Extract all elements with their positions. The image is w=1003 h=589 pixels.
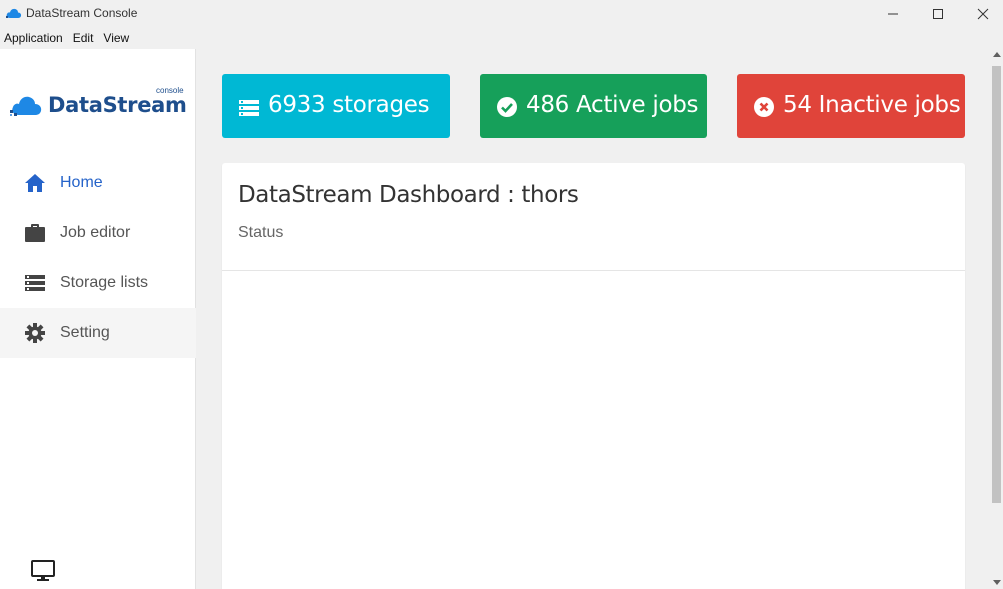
logo-cloud-icon [10,96,42,116]
monitor-icon[interactable] [30,559,56,583]
sidebar-item-setting[interactable]: Setting [0,308,196,358]
maximize-icon [933,9,943,19]
sidebar-item-home[interactable]: Home [0,158,196,208]
menu-application[interactable]: Application [0,28,69,49]
sidebar-item-label: Home [60,174,103,191]
active-jobs-count: 486 Active jobs [526,92,699,118]
menu-edit[interactable]: Edit [69,28,100,49]
logo-subtext: console [156,86,184,95]
dashboard-panel: DataStream Dashboard : thors Status [222,163,965,589]
gear-icon [25,323,45,343]
storages-count: 6933 storages [268,92,430,118]
menu-view[interactable]: View [99,28,135,49]
page-title: DataStream Dashboard : thors [238,182,579,208]
close-icon [977,8,989,20]
sidebar-item-label: Storage lists [60,274,149,291]
storages-card[interactable]: 6933 storages [222,74,450,138]
briefcase-icon [25,224,45,242]
inactive-jobs-count: 54 Inactive jobs [783,92,961,118]
divider [222,270,965,271]
minimize-icon [888,13,898,15]
sidebar-item-label: Job editor [60,224,131,241]
sidebar-item-label: Setting [60,324,110,341]
x-circle-icon [754,97,774,117]
check-circle-icon [497,97,517,117]
window-title: DataStream Console [26,6,138,20]
list-icon [239,100,259,116]
logo-text: DataStream [48,93,187,117]
maximize-button[interactable] [915,0,961,28]
status-label: Status [238,224,284,241]
scrollbar-thumb[interactable] [992,66,1001,503]
title-bar: DataStream Console [0,0,1003,28]
sidebar: DataStream console Home Job editor Stora… [0,49,196,589]
close-button[interactable] [960,0,1003,28]
scroll-down-arrow-icon[interactable] [993,580,1001,585]
vertical-scrollbar[interactable] [990,49,1003,589]
menu-bar: Application Edit View [0,28,1003,49]
inactive-jobs-card[interactable]: 54 Inactive jobs [737,74,965,138]
home-icon [25,174,45,192]
list-icon [25,275,45,291]
cloud-icon [6,8,22,18]
logo: DataStream console [10,86,188,121]
main-content: 6933 storages 486 Active jobs 54 Inactiv… [197,49,990,589]
sidebar-item-storage-lists[interactable]: Storage lists [0,258,196,308]
scroll-up-arrow-icon[interactable] [993,52,1001,57]
active-jobs-card[interactable]: 486 Active jobs [480,74,707,138]
sidebar-item-job-editor[interactable]: Job editor [0,208,196,258]
minimize-button[interactable] [870,0,916,28]
